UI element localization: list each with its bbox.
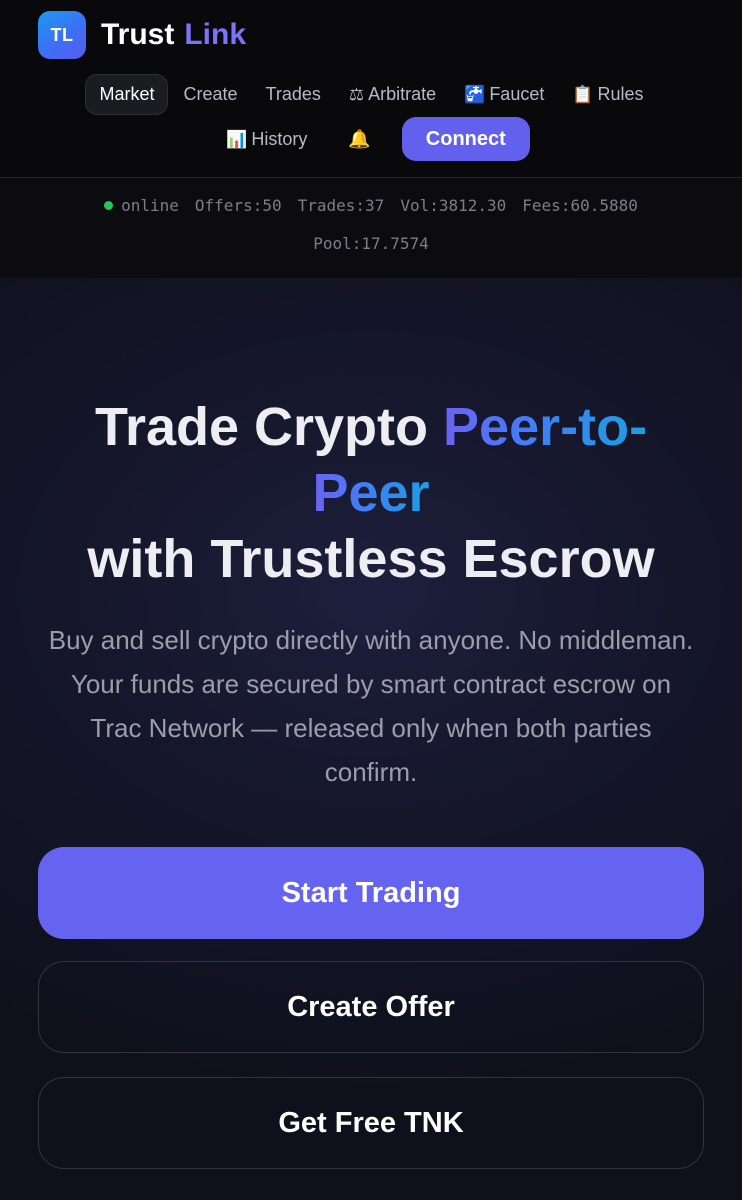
stat-pool: Pool:17.7574	[313, 234, 429, 253]
scales-icon: ⚖	[348, 84, 365, 104]
get-free-tnk-button[interactable]: Get Free TNK	[38, 1077, 704, 1169]
start-trading-button[interactable]: Start Trading	[38, 847, 704, 939]
hero-title-lead: Trade Crypto	[94, 397, 444, 457]
nav-tab-market-label: Market	[99, 83, 155, 104]
nav-tab-faucet[interactable]: 🚰 Faucet	[451, 75, 557, 114]
nav-row-secondary: 📊 History 🔔 Connect	[0, 116, 742, 162]
nav-tab-trades[interactable]: Trades	[253, 75, 334, 114]
top-navigation-bar: TL Trust Link Market Create Trades ⚖ Arbi…	[0, 0, 742, 177]
stat-volume: Vol:3812.30	[400, 196, 507, 215]
nav-tab-arbitrate[interactable]: ⚖ Arbitrate	[336, 75, 449, 114]
nav-tab-create[interactable]: Create	[170, 75, 250, 114]
brand-logo: TL	[38, 11, 86, 59]
status-state: online	[121, 196, 179, 215]
nav-tab-history[interactable]: 📊 History	[213, 120, 320, 159]
nav-tab-rules-label: Rules	[597, 83, 644, 104]
hero-section: Trade Crypto Peer-to- Peer with Trustless …	[0, 278, 742, 1200]
hero-subtitle: Buy and sell crypto directly with anyone…	[48, 625, 694, 787]
brand-name: Trust	[101, 18, 175, 51]
status-line-primary: online Offers:50 Trades:37 Vol:3812.30 F…	[0, 196, 742, 215]
create-offer-button[interactable]: Create Offer	[38, 961, 704, 1053]
nav-tab-market[interactable]: Market	[85, 73, 169, 115]
bell-icon: 🔔	[348, 128, 371, 149]
nav-tab-rules[interactable]: 📋 Rules	[559, 75, 656, 114]
hero-title-highlight-a: Peer-to-	[443, 397, 648, 457]
start-trading-label: Start Trading	[281, 876, 461, 909]
bar-chart-icon: 📊	[226, 129, 248, 149]
connect-wallet-button[interactable]: Connect	[401, 117, 530, 161]
network-status-bar: online Offers:50 Trades:37 Vol:3812.30 F…	[0, 177, 742, 278]
brand[interactable]: TL Trust Link	[38, 11, 246, 59]
hero-title-highlight-b: Peer	[312, 463, 430, 523]
online-indicator-icon	[104, 201, 114, 210]
nav-tab-history-label: History	[251, 128, 308, 149]
notifications-button[interactable]: 🔔	[322, 120, 396, 159]
stat-fees: Fees:60.5880	[522, 196, 638, 215]
nav-tab-trades-label: Trades	[265, 83, 321, 104]
clipboard-icon: 📋	[572, 84, 594, 104]
nav-row-primary: Market Create Trades ⚖ Arbitrate 🚰 Faucet …	[0, 73, 742, 115]
nav-tab-faucet-label: Faucet	[489, 83, 545, 104]
hero-title-tail: with Trustless Escrow	[87, 529, 655, 589]
stat-trades: Trades:37	[297, 196, 385, 215]
nav-tab-arbitrate-label: Arbitrate	[368, 83, 437, 104]
create-offer-label: Create Offer	[287, 990, 455, 1023]
stat-offers: Offers:50	[194, 196, 282, 215]
brand-name-accent: Link	[184, 18, 247, 51]
get-free-tnk-label: Get Free TNK	[278, 1106, 464, 1139]
hero-title: Trade Crypto Peer-to- Peer with Trustless …	[0, 394, 742, 592]
status-line-secondary: Pool:17.7574	[0, 234, 742, 253]
faucet-icon: 🚰	[464, 84, 486, 104]
nav-tab-create-label: Create	[183, 83, 238, 104]
